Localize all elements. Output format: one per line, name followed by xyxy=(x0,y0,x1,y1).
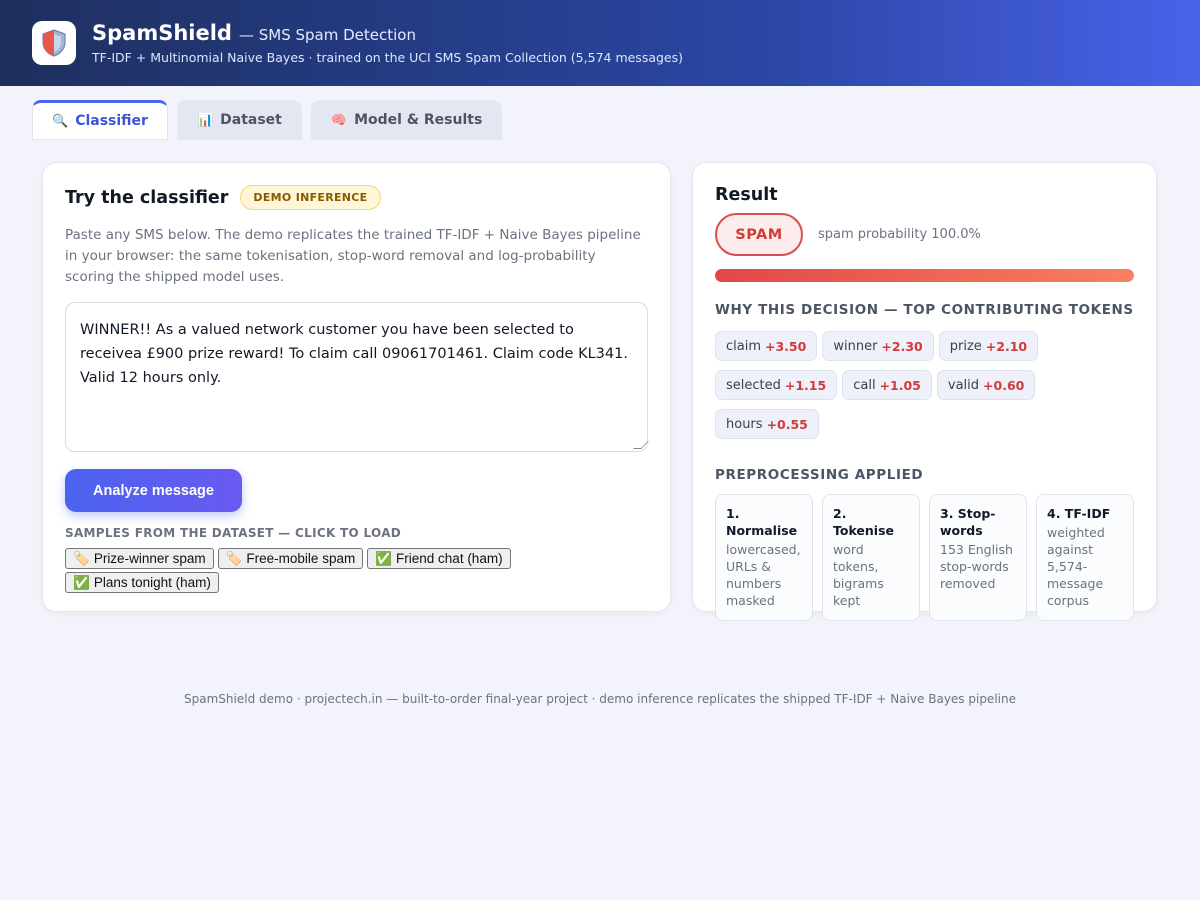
main-content: Try the classifier DEMO INFERENCE Paste … xyxy=(0,140,1200,621)
sample-label: Prize-winner spam xyxy=(93,551,206,566)
search-icon: 🔍 xyxy=(52,113,69,129)
token-chip: call +1.05 xyxy=(842,370,932,400)
step-card: 2. Tokenise word tokens, bigrams kept xyxy=(822,494,920,621)
token-word: claim xyxy=(726,338,762,354)
sample-prize-winner-spam[interactable]: 🏷️ Prize-winner spam xyxy=(65,548,214,569)
probability-text: spam probability 100.0% xyxy=(818,227,981,242)
result-title: Result xyxy=(715,185,778,205)
preprocessing-label: PREPROCESSING APPLIED xyxy=(715,467,924,483)
token-chip: hours +0.55 xyxy=(715,409,819,439)
classifier-description: Paste any SMS below. The demo replicates… xyxy=(65,227,641,285)
sample-free-mobile-spam[interactable]: 🏷️ Free-mobile spam xyxy=(217,548,364,569)
tab-bar: 🔍 Classifier 📊 Dataset 🧠 Model & Results xyxy=(0,86,1200,140)
token-weight: +1.15 xyxy=(784,377,827,393)
result-card: Result SPAM spam probability 100.0% WHY … xyxy=(692,162,1157,621)
shield-icon xyxy=(42,29,66,57)
samples-list: 🏷️ Prize-winner spam 🏷️ Free-mobile spam… xyxy=(65,548,525,593)
step-card: 3. Stop-words 153 English stop-words rem… xyxy=(929,494,1027,621)
verdict-badge: SPAM xyxy=(715,213,803,256)
token-weight: +3.50 xyxy=(765,338,807,354)
step-text: lowercased, URLs & numbers masked xyxy=(726,542,801,608)
step-text: weighted against 5,574-message corpus xyxy=(1047,525,1105,608)
message-text: WINNER!! As a valued network customer yo… xyxy=(80,322,628,386)
token-chip: valid +0.60 xyxy=(936,370,1036,400)
token-weight: +1.05 xyxy=(879,377,921,393)
probability-bar xyxy=(715,269,1134,282)
footer: SpamShield demo · projectech.in — built-… xyxy=(184,692,1016,706)
step-card: 4. TF-IDF weighted against 5,574-message… xyxy=(1036,494,1134,621)
step-title: 2. Tokenise xyxy=(833,506,895,538)
token-word: call xyxy=(853,377,876,393)
tag-icon: 🏷️ xyxy=(225,550,243,566)
token-chip: selected +1.15 xyxy=(715,370,838,400)
step-title: 1. Normalise xyxy=(726,506,798,538)
step-card: 1. Normalise lowercased, URLs & numbers … xyxy=(715,494,813,621)
message-input[interactable]: WINNER!! As a valued network customer yo… xyxy=(65,302,649,452)
token-word: winner xyxy=(833,338,878,354)
token-chip: prize +2.10 xyxy=(938,331,1039,361)
sample-label: Friend chat (ham) xyxy=(396,551,503,566)
token-weight: +2.30 xyxy=(881,338,923,354)
tab-classifier[interactable]: 🔍 Classifier xyxy=(32,100,168,140)
token-weight: +0.60 xyxy=(983,377,1025,393)
token-weight: +0.55 xyxy=(766,416,808,432)
token-word: hours xyxy=(726,416,763,432)
header-description: TF-IDF + Multinomial Naive Bayes · train… xyxy=(92,50,684,65)
check-icon: ✅ xyxy=(375,550,393,566)
preprocessing-steps: 1. Normalise lowercased, URLs & numbers … xyxy=(715,494,1134,621)
tokens-list: claim +3.50 winner +2.30 prize +2.10 select… xyxy=(715,331,1134,439)
token-word: selected xyxy=(726,377,781,393)
token-chip: claim +3.50 xyxy=(715,331,818,361)
tab-model-results[interactable]: 🧠 Model & Results xyxy=(310,100,503,140)
tab-label: Dataset xyxy=(220,112,282,128)
tab-label: Model & Results xyxy=(354,112,483,128)
resize-handle[interactable] xyxy=(633,441,649,449)
sample-label: Free-mobile spam xyxy=(246,551,356,566)
classifier-card: Try the classifier DEMO INFERENCE Paste … xyxy=(42,162,671,612)
sample-label: Plans tonight (ham) xyxy=(93,575,211,590)
analyze-button[interactable]: Analyze message xyxy=(65,469,242,512)
sample-plans-tonight-ham[interactable]: ✅ Plans tonight (ham) xyxy=(65,572,219,593)
tokens-label: WHY THIS DECISION — TOP CONTRIBUTING TOK… xyxy=(715,302,1134,318)
brain-icon: 🧠 xyxy=(330,112,348,128)
tag-icon: 🏷️ xyxy=(73,550,90,566)
chart-icon: 📊 xyxy=(196,112,214,128)
tab-label: Classifier xyxy=(75,113,148,129)
tab-dataset[interactable]: 📊 Dataset xyxy=(176,100,302,140)
classifier-title: Try the classifier xyxy=(65,187,229,208)
app-subtitle: — SMS Spam Detection xyxy=(238,26,416,44)
probability-fill xyxy=(715,269,1134,282)
samples-label: SAMPLES FROM THE DATASET — CLICK TO LOAD xyxy=(65,526,402,540)
token-word: valid xyxy=(947,377,980,393)
logo xyxy=(32,21,76,65)
app-name: SpamShield xyxy=(92,21,232,45)
step-text: word tokens, bigrams kept xyxy=(833,542,884,608)
token-word: prize xyxy=(949,338,982,354)
sample-friend-chat-ham[interactable]: ✅ Friend chat (ham) xyxy=(367,548,511,569)
step-title: 3. Stop-words xyxy=(940,506,996,538)
app-header: SpamShield — SMS Spam Detection TF-IDF +… xyxy=(0,0,1200,86)
step-title: 4. TF-IDF xyxy=(1047,506,1111,521)
token-chip: winner +2.30 xyxy=(822,331,934,361)
step-text: 153 English stop-words removed xyxy=(940,542,1013,591)
token-weight: +2.10 xyxy=(985,338,1028,354)
demo-badge: DEMO INFERENCE xyxy=(240,185,381,210)
check-icon: ✅ xyxy=(73,574,90,590)
